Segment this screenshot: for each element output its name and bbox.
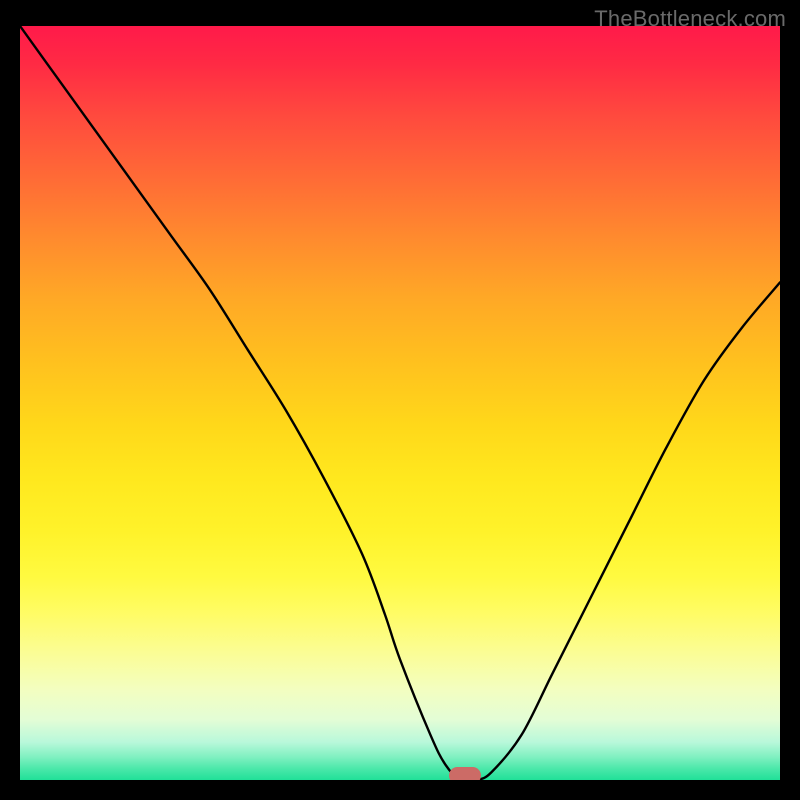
- plot-area: [20, 26, 780, 780]
- bottleneck-curve: [20, 26, 780, 780]
- attribution-text: TheBottleneck.com: [594, 6, 786, 32]
- optimal-marker: [449, 767, 481, 780]
